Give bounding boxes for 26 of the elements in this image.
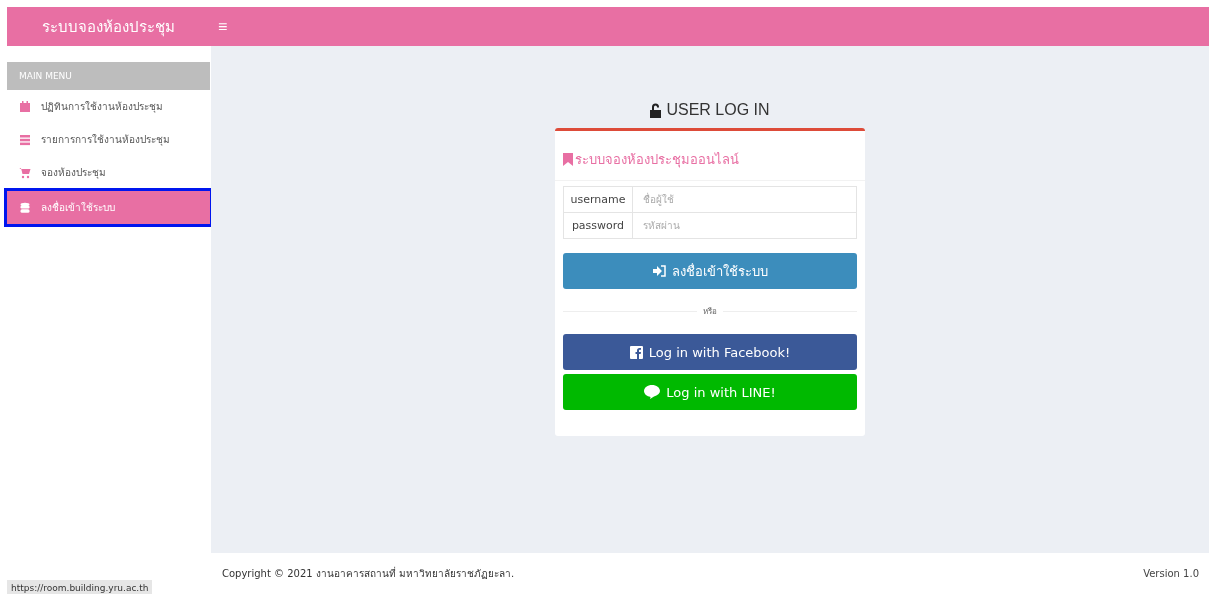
input-field[interactable]: ชื่อผู้ใช้ <box>633 186 857 213</box>
calendar-icon <box>19 100 31 113</box>
sign-in-icon <box>652 265 666 277</box>
database-icon <box>19 201 31 214</box>
bookmark-icon <box>563 153 573 166</box>
cart-icon <box>19 166 31 179</box>
sidebar-item-label: จองห้องประชุม <box>41 166 106 180</box>
version-text: Version 1.0 <box>1143 567 1200 579</box>
sidebar-item-label: รายการการใช้งานห้องประชุม <box>41 133 170 147</box>
login-button[interactable]: ลงชื่อเข้าใช้ระบบ <box>563 253 857 289</box>
or-divider: หรือ <box>703 306 717 318</box>
input-field[interactable]: รหัสผ่าน <box>633 212 857 239</box>
facebook-icon <box>629 345 643 359</box>
field-label: password <box>563 212 633 239</box>
sidebar-item-label: ปฏิทินการใช้งานห้องประชุม <box>41 100 163 114</box>
login-title: USER LOG IN <box>666 101 770 119</box>
facebook-login-button[interactable]: Log in with Facebook! <box>563 334 857 370</box>
copyright-text: Copyright © 2021 งานอาคารสถานที่ มหาวิทยาลัยราชภัฏยะลา. <box>221 565 516 581</box>
unlock-icon <box>650 102 663 118</box>
sidebar-item-label: ลงชื่อเข้าใช้ระบบ <box>41 200 115 215</box>
status-url: https://room.building.yru.ac.th <box>7 580 153 594</box>
card-subtitle: ระบบจองห้องประชุมออนไลน์ <box>575 151 739 170</box>
menu-heading: MAIN MENU <box>7 62 210 90</box>
brand-title: ระบบจองห้องประชุม <box>41 16 176 39</box>
list-icon <box>19 133 31 146</box>
speech-bubble-icon <box>644 385 661 399</box>
